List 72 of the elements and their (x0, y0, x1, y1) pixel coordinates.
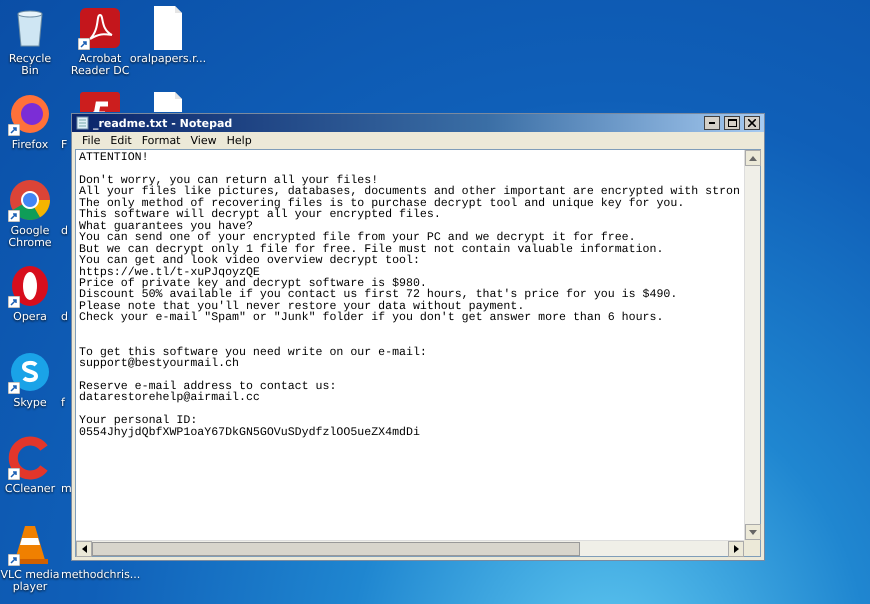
close-button[interactable] (744, 116, 760, 130)
desktop-icon-label[interactable]: d (60, 225, 68, 237)
text-line: datarestorehelp@airmail.cc (79, 392, 260, 404)
menu-item[interactable]: File (77, 134, 106, 147)
firefox-icon (8, 92, 52, 136)
desktop-icon-label[interactable]: d (60, 311, 68, 323)
maximize-icon (728, 119, 736, 127)
left-arrow-icon (82, 544, 86, 552)
desktop-icon-label[interactable]: Acrobat Reader DC (69, 53, 132, 77)
text-line: What guarantees you have? (79, 220, 253, 232)
acrobat-icon (78, 6, 122, 50)
shortcut-arrow-icon (8, 382, 20, 394)
text-line: ATTENTION! (79, 152, 149, 164)
scroll-left-button[interactable] (76, 540, 92, 556)
text-line: To get this software you need write on our e-mail: (79, 346, 427, 358)
desktop-icon-label[interactable]: Opera (13, 311, 47, 323)
text-line: Price of private key and decrypt software is $980. (79, 278, 427, 290)
down-arrow-icon (749, 530, 757, 534)
desktop-icon-label[interactable]: Firefox (12, 139, 48, 151)
vertical-scrollbar[interactable] (744, 150, 760, 540)
notepad-icon (76, 116, 89, 130)
horizontal-scrollbar[interactable] (76, 540, 744, 556)
desktop-icon-label[interactable]: F (60, 139, 68, 151)
scroll-up-button[interactable] (745, 150, 761, 166)
right-arrow-icon (734, 544, 738, 552)
chrome-icon (8, 178, 52, 222)
text-line: All your files like pictures, databases, documents and other important are encrypted with stron (79, 186, 740, 198)
window-title: _readme.txt - Notepad (93, 116, 234, 130)
text-line: This software will decrypt all your encrypted files. (79, 209, 441, 221)
shortcut-arrow-icon (8, 554, 20, 566)
text-line: Please note that you'll never restore your data without payment. (79, 300, 524, 312)
desktop-icon-label[interactable]: oralpapers.r... (130, 53, 206, 65)
minimize-icon (709, 122, 715, 124)
close-icon (748, 119, 756, 127)
text-line: But we can decrypt only 1 file for free. File must not contain valuable information. (79, 244, 664, 256)
text-line: You can get and look video overview decrypt tool: (79, 255, 420, 267)
up-arrow-icon (749, 156, 757, 160)
text-line: Don't worry, you can return all your files! (79, 174, 378, 186)
shortcut-arrow-icon (8, 210, 20, 222)
shortcut-arrow-icon (8, 124, 20, 136)
flash-player-icon (78, 92, 122, 112)
desktop-icon-label[interactable]: Skype (13, 397, 47, 409)
scroll-right-button[interactable] (728, 540, 744, 556)
text-line: Your personal ID: (79, 415, 198, 427)
text-line: 0554JhyjdQbfXWP1oaY67DkGN5GOVuSDydfzlOO5ueZX4mdDi (79, 426, 420, 438)
scroll-thumb[interactable] (92, 542, 580, 556)
desktop-icon-label[interactable]: Recycle Bin (0, 53, 60, 77)
text-line: Reserve e-mail address to contact us: (79, 381, 336, 392)
shortcut-arrow-icon (78, 38, 90, 50)
shortcut-arrow-icon (8, 296, 20, 308)
menu-item[interactable]: Help (222, 134, 257, 147)
scroll-down-button[interactable] (745, 524, 761, 540)
shortcut-arrow-icon (8, 468, 20, 480)
menu-item[interactable]: Format (136, 134, 186, 147)
desktop-icon-label[interactable]: Google Chrome (0, 225, 60, 249)
size-grip[interactable] (744, 540, 760, 556)
desktop-icon-label[interactable]: CCleaner (4, 483, 56, 495)
menu-item[interactable]: Edit (105, 134, 137, 147)
desktop-icon-label[interactable]: methodchris... (60, 569, 140, 581)
desktop-icon-label[interactable]: VLC media player (0, 569, 60, 593)
desktop-icon-label[interactable]: m (60, 483, 72, 495)
text-line: You can send one of your encrypted file from your PC and we decrypt it for free. (79, 232, 636, 244)
menu-item[interactable]: View (186, 134, 222, 147)
text-line: The only method of recovering files is to purchase decrypt tool and unique key for you. (79, 198, 684, 210)
skype-icon (8, 350, 52, 394)
desktop-icon-label[interactable]: f (60, 397, 65, 409)
text-line: https://we.tl/t-xuPJqoyzQE (79, 266, 260, 278)
text-line: support@bestyourmail.ch (79, 358, 240, 370)
text-line: Check your e-mail "Spam" or "Junk" folder if you don't get answer more than 6 hours. (79, 312, 664, 324)
maximize-button[interactable] (724, 116, 740, 130)
minimize-button[interactable] (704, 116, 720, 130)
text-line: Discount 50% available if you contact us first 72 hours, that's price for you is $490. (79, 289, 678, 301)
